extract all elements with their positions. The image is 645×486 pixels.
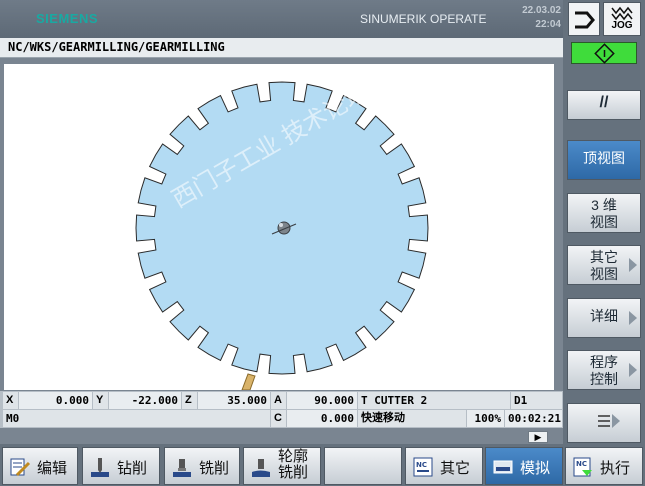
simulation-icon [493,460,513,474]
hk-drill-button[interactable]: 钻削 [82,447,160,485]
softkey-program-control[interactable]: 程序 控制 [567,350,641,390]
expand-arrow-icon [629,363,637,377]
softkey-reset[interactable]: // [567,90,641,120]
menu-expand-icon [598,414,620,428]
simulation-canvas[interactable]: 西门子工业 技术论坛 support.industry.siemens.com/… [4,64,554,390]
app-title: SINUMERIK OPERATE [360,12,487,26]
program-path-bar: NC/WKS/GEARMILLING/GEARMILLING [0,38,563,58]
x-axis-label: X [3,392,18,409]
mill-icon [173,459,191,477]
header-bar: SIEMENS SINUMERIK OPERATE 22.03.02 22:04 [0,0,563,38]
active-tool: T CUTTER 2 [358,392,510,409]
hk-edit-button[interactable]: 编辑 [2,447,78,485]
nc-other-icon: NC [413,457,433,477]
hk-other-button[interactable]: NC 其它 [405,447,483,485]
hk-mill-button[interactable]: 铣削 [164,447,240,485]
svg-text:NC: NC [416,461,427,469]
hk-execute-button[interactable]: NC 执行 [565,447,643,485]
time-display: 22:04 [535,19,561,30]
jog-mode-button[interactable]: JOG [603,2,641,36]
hk-empty-button[interactable] [324,447,402,485]
contour-mill-icon [252,459,270,477]
tool-offset: D1 [511,392,562,409]
y-axis-label: Y [93,392,108,409]
cycle-start-button[interactable] [571,42,637,64]
vertical-softkey-bar: JOG // 顶视图 3 维 视图 其它 视图 详细 程序 控制 [563,0,645,486]
scroll-right-button[interactable]: ▶ [528,431,548,443]
a-axis-label: A [271,392,286,409]
a-axis-value: 90.000 [287,392,357,409]
z-axis-value: 35.000 [198,392,270,409]
elapsed-time: 00:02:21 [505,410,562,427]
softkey-other-views[interactable]: 其它 视图 [567,245,641,285]
override-percent: 100% [467,410,504,427]
expand-arrow-icon [629,311,637,325]
c-axis-label: C [271,410,286,427]
edit-icon [10,458,31,477]
hk-simulation-button[interactable]: 模拟 [485,447,563,485]
y-axis-value: -22.000 [109,392,181,409]
siemens-logo: SIEMENS [36,11,99,26]
horizontal-softkey-bar: 编辑 钻削 铣削 轮廓 铣削 NC 其它 模拟 [0,444,563,486]
play-arrow-icon: ▶ [534,432,542,442]
expand-arrow-icon [629,258,637,272]
softkey-3d-view[interactable]: 3 维 视图 [567,193,641,233]
date-display: 22.03.02 [522,5,561,16]
c-axis-value: 0.000 [287,410,357,427]
drill-icon [91,458,109,477]
softkey-top-view[interactable]: 顶视图 [567,140,641,180]
x-axis-value: 0.000 [19,392,92,409]
tool-holder-icon [241,373,256,390]
svg-text:NC: NC [576,460,587,468]
softkey-etc[interactable] [567,403,641,443]
gear-workpiece [135,81,429,390]
softkey-details[interactable]: 详细 [567,298,641,338]
channel-switch-button[interactable] [568,2,600,36]
diamond-start-icon [594,43,615,64]
jog-wave-icon [611,6,633,21]
execute-icon: NC [573,457,592,477]
m-function: M0 [3,410,270,427]
jog-mode-label: JOG [611,20,633,31]
hk-contour-mill-button[interactable]: 轮廓 铣削 [243,447,321,485]
motion-mode: 快速移动 [358,410,466,427]
program-path: NC/WKS/GEARMILLING/GEARMILLING [8,40,225,54]
channel-switch-icon [575,11,595,29]
z-axis-label: Z [182,392,197,409]
